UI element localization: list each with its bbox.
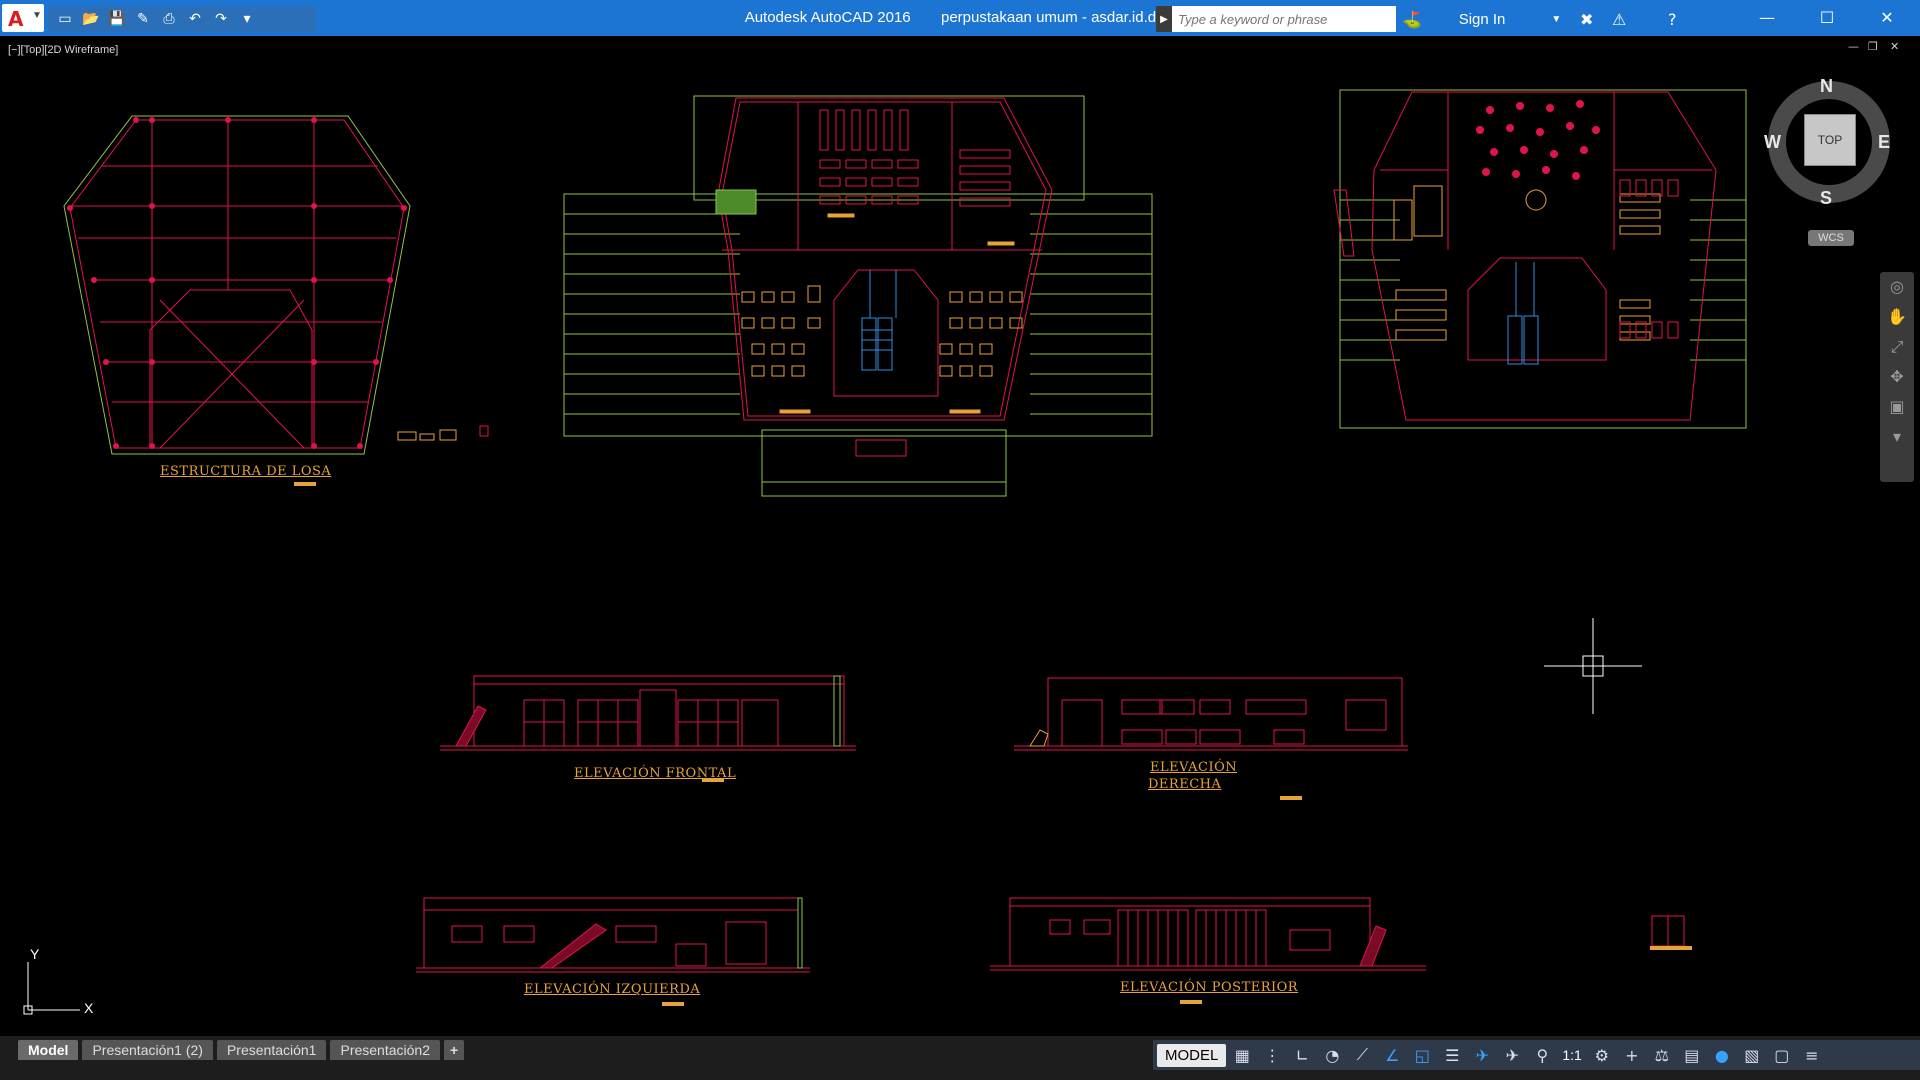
- tab-presentacion2[interactable]: Presentación2: [330, 1040, 440, 1060]
- navigation-bar: ◎ ✋ ⤢ ✥ ▣ ▾: [1880, 272, 1914, 482]
- nav-menu-icon[interactable]: ▾: [1880, 422, 1914, 452]
- quick-properties-icon[interactable]: ▤: [1678, 1042, 1706, 1068]
- tab-presentacion1-2[interactable]: Presentación1 (2): [82, 1040, 213, 1060]
- cad-drawing: [23, 81, 1890, 1015]
- auto-scale-icon[interactable]: ✈: [1498, 1042, 1526, 1068]
- annotation-scale-value[interactable]: 1:1: [1558, 1047, 1585, 1063]
- snap-icon[interactable]: ⋮: [1258, 1042, 1286, 1068]
- units-icon[interactable]: ⚖: [1648, 1042, 1676, 1068]
- label-elevacion-frontal: ELEVACIÓN FRONTAL: [574, 766, 737, 781]
- add-icon[interactable]: +: [1618, 1042, 1646, 1068]
- model-space-button[interactable]: MODEL: [1157, 1043, 1227, 1067]
- label-elevacion-derecha-line2: DERECHA: [1148, 777, 1222, 792]
- viewcube-top-face[interactable]: TOP: [1804, 114, 1856, 166]
- tab-presentacion1[interactable]: Presentación1: [216, 1040, 327, 1060]
- ucs-icon: [23, 962, 80, 1015]
- add-layout-button[interactable]: +: [444, 1040, 465, 1060]
- pan-icon[interactable]: ✋: [1880, 302, 1914, 332]
- compass-west[interactable]: W: [1764, 132, 1781, 153]
- compass-east[interactable]: E: [1878, 132, 1890, 153]
- label-elevacion-izquierda: ELEVACIÓN IZQUIERDA: [524, 982, 701, 997]
- label-estructura-de-losa: ESTRUCTURA DE LOSA: [160, 464, 332, 479]
- annotation-visibility-icon[interactable]: ✈: [1468, 1042, 1496, 1068]
- customize-icon[interactable]: ≡: [1798, 1042, 1826, 1068]
- compass-north[interactable]: N: [1820, 76, 1833, 97]
- small-detail-block: [397, 425, 489, 441]
- zoom-icon[interactable]: ⤢: [1880, 332, 1914, 362]
- orbit-icon[interactable]: ✥: [1880, 362, 1914, 392]
- grid-icon[interactable]: ▦: [1228, 1042, 1256, 1068]
- steering-wheel-icon[interactable]: ◎: [1880, 272, 1914, 302]
- ortho-icon[interactable]: ∟: [1288, 1042, 1316, 1068]
- lineweight-icon[interactable]: ☰: [1438, 1042, 1466, 1068]
- layout-tabs: Model Presentación1 (2) Presentación1 Pr…: [18, 1040, 465, 1060]
- hardware-acceleration-icon[interactable]: ▧: [1738, 1042, 1766, 1068]
- status-toolbar: MODEL ▦ ⋮ ∟ ◔ ⟋ ∠ ◱ ☰ ✈ ✈ ⚲ 1:1 ⚙ + ⚖ ▤ …: [1153, 1040, 1920, 1070]
- gear-icon[interactable]: ⚙: [1588, 1042, 1616, 1068]
- isolate-objects-icon[interactable]: ●: [1708, 1042, 1736, 1068]
- wcs-menu[interactable]: WCS: [1808, 230, 1854, 246]
- label-elevacion-derecha-line1: ELEVACIÓN: [1150, 760, 1238, 775]
- osnap-tracking-icon[interactable]: ∠: [1378, 1042, 1406, 1068]
- showmotion-icon[interactable]: ▣: [1880, 392, 1914, 422]
- crosshair-cursor: [1544, 618, 1642, 714]
- ground-floor-plan: [563, 95, 1153, 497]
- door-detail: [1650, 915, 1692, 950]
- label-elevacion-posterior: ELEVACIÓN POSTERIOR: [1120, 980, 1299, 995]
- tab-model[interactable]: Model: [18, 1040, 79, 1060]
- slab-structure-plan: [63, 115, 411, 486]
- annotation-scale-icon[interactable]: ⚲: [1528, 1042, 1556, 1068]
- upper-floor-plan: [1333, 89, 1747, 429]
- isodraft-icon[interactable]: ⟋: [1348, 1042, 1376, 1068]
- ucs-x-label: X: [84, 1000, 94, 1016]
- object-snap-icon[interactable]: ◱: [1408, 1042, 1436, 1068]
- clean-screen-icon[interactable]: ▢: [1768, 1042, 1796, 1068]
- ucs-y-label: Y: [30, 946, 40, 962]
- compass-south[interactable]: S: [1820, 188, 1832, 209]
- polar-icon[interactable]: ◔: [1318, 1042, 1346, 1068]
